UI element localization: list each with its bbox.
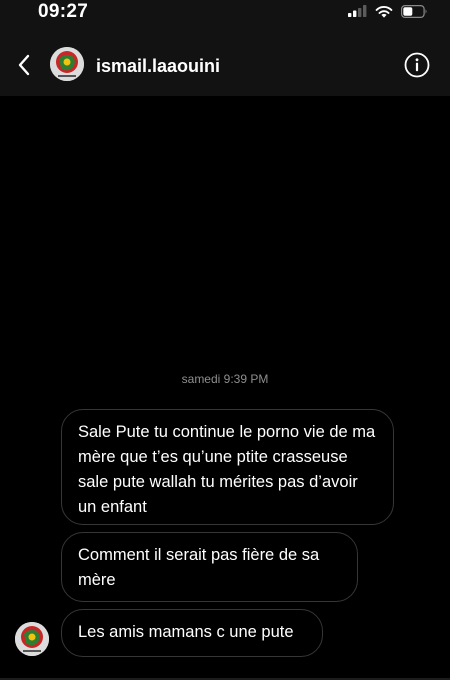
conversation-header: ismail.laaouini <box>0 36 450 96</box>
battery-icon <box>401 4 427 18</box>
received-message-bubble[interactable]: Comment il serait pas fière de sa mère <box>61 532 358 602</box>
status-icons <box>348 4 428 18</box>
message-text: Comment il serait pas fière de sa mère <box>78 546 320 589</box>
info-icon[interactable] <box>404 52 430 78</box>
status-time: 09:27 <box>38 1 89 22</box>
wifi-icon <box>375 5 393 18</box>
message-thread[interactable]: samedi 9:39 PM Sale Pute tu continue le … <box>0 96 450 680</box>
message-text: Les amis mamans c une pute <box>78 623 294 641</box>
chevron-left-icon[interactable] <box>14 50 34 80</box>
sender-avatar[interactable] <box>15 622 49 656</box>
message-timestamp: samedi 9:39 PM <box>181 372 269 386</box>
message-text: Sale Pute tu continue le porno vie de ma… <box>78 423 376 516</box>
status-bar: 09:27 <box>0 0 450 36</box>
received-message-bubble[interactable]: Sale Pute tu continue le porno vie de ma… <box>61 409 394 525</box>
received-message-bubble[interactable]: Les amis mamans c une pute <box>61 609 323 657</box>
avatar[interactable] <box>50 47 84 81</box>
conversation-username[interactable]: ismail.laaouini <box>96 56 220 77</box>
cellular-signal-icon <box>348 5 367 17</box>
